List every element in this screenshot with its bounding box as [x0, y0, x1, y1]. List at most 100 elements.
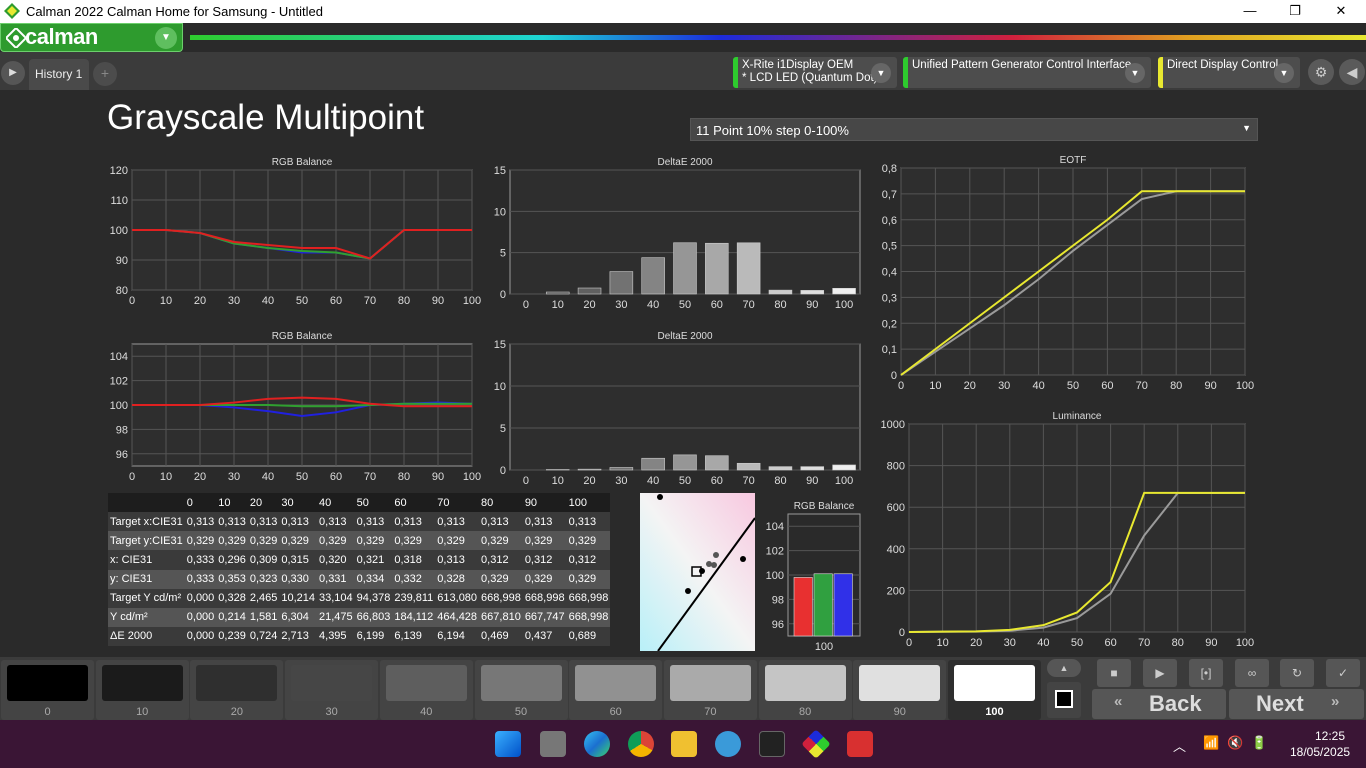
chevron-up-icon[interactable]: ▲: [1047, 659, 1081, 677]
swatch-10[interactable]: 10: [95, 660, 189, 720]
chevron-down-icon: ▼: [1242, 123, 1251, 133]
battery-icon[interactable]: 🔋: [1251, 735, 1267, 751]
restore-button[interactable]: ❐: [1272, 0, 1318, 23]
minimize-button[interactable]: —: [1227, 0, 1273, 23]
meter-device-select[interactable]: X-Rite i1Display OEM * LCD LED (Quantum …: [733, 57, 897, 88]
x-tick-label: 70: [743, 299, 755, 310]
preset-dropdown[interactable]: 11 Point 10% step 0-100% ▼: [690, 118, 1258, 141]
calman-menu-button[interactable]: calman ▼: [0, 23, 183, 52]
luminance-chart: Luminance 0 200 400 600 800 1000 0 10 20 30 40 50 60 7…: [881, 411, 1255, 649]
clock-time[interactable]: 12:25: [1315, 729, 1345, 743]
y-tick-label: 104: [766, 521, 784, 533]
play-icon[interactable]: ▶: [1143, 659, 1177, 687]
next-button[interactable]: Next »: [1229, 689, 1364, 719]
paint-icon[interactable]: [715, 731, 741, 757]
x-tick-label: 60: [330, 471, 342, 483]
tray-chevron-up-icon[interactable]: ︿: [1173, 736, 1186, 755]
swatch-40[interactable]: 40: [379, 660, 473, 720]
x-tick-label: 100: [815, 641, 833, 650]
table-cell: 0,329: [354, 531, 393, 551]
chrome-browser-icon[interactable]: [628, 731, 654, 757]
swatch-70[interactable]: 70: [663, 660, 757, 720]
swatch-color: [480, 665, 562, 701]
table-cell: 6,139: [392, 626, 436, 646]
file-explorer-icon[interactable]: [671, 731, 697, 757]
table-cell: 94,378: [354, 588, 393, 608]
swatch-50[interactable]: 50: [474, 660, 568, 720]
table-cell: 0,724: [247, 626, 280, 646]
table-row: x: CIE31 0,333 0,296 0,309 0,315 0,320 0,321 0,…: [108, 550, 611, 570]
table-cell: 668,998: [566, 607, 611, 627]
preset-value: 11 Point 10% step 0-100%: [696, 123, 849, 138]
table-cell: 0,689: [566, 626, 611, 646]
swatch-label: 100: [985, 706, 1004, 718]
swatch-60[interactable]: 60: [569, 660, 663, 720]
y-tick-label: 0,5: [882, 241, 897, 253]
chevron-left-icon: «: [1114, 693, 1123, 710]
table-cell: 100: [566, 493, 611, 513]
x-tick-label: 80: [774, 299, 786, 310]
expand-panel-button[interactable]: ▶: [1, 61, 25, 85]
table-cell: 6,304: [279, 607, 318, 627]
swatch-90[interactable]: 90: [853, 660, 947, 720]
terminal-icon[interactable]: [759, 731, 785, 757]
table-cell: 0,329: [279, 531, 318, 551]
tab-history-1[interactable]: History 1: [29, 59, 89, 90]
x-tick-label: 80: [1172, 637, 1184, 649]
table-cell: 668,998: [522, 588, 567, 608]
display-control-select[interactable]: Direct Display Control ▼: [1158, 57, 1300, 88]
wifi-icon[interactable]: 📶: [1203, 735, 1219, 751]
x-tick-label: 70: [743, 475, 755, 486]
y-tick-label: 10: [494, 381, 506, 393]
step-measure-icon[interactable]: [•]: [1189, 659, 1223, 687]
x-tick-label: 20: [583, 299, 595, 310]
cie-point: [713, 552, 719, 558]
x-tick-label: 50: [679, 299, 691, 310]
x-tick-label: 90: [432, 471, 444, 483]
swatch-100[interactable]: 100: [948, 660, 1041, 720]
add-tab-button[interactable]: +: [93, 62, 117, 86]
x-tick-label: 50: [296, 295, 308, 307]
back-button[interactable]: « Back: [1092, 689, 1226, 719]
y-tick-label: 200: [887, 585, 905, 597]
x-tick-label: 30: [1004, 637, 1016, 649]
settings-gear-icon[interactable]: ⚙: [1308, 59, 1334, 85]
table-cell: 10,214: [279, 588, 318, 608]
deltae-bar: [832, 288, 856, 295]
table-cell: 6,194: [435, 626, 480, 646]
clock-date[interactable]: 18/05/2025: [1290, 745, 1350, 759]
pattern-generator-select[interactable]: Unified Pattern Generator Control Interf…: [903, 57, 1151, 88]
x-tick-label: 10: [552, 475, 564, 486]
table-cell: 0,313: [392, 512, 436, 532]
x-tick-label: 50: [679, 475, 691, 486]
close-button[interactable]: ✕: [1318, 0, 1364, 23]
stop-icon[interactable]: ■: [1097, 659, 1131, 687]
page-title: Grayscale Multipoint: [107, 98, 425, 137]
check-icon[interactable]: ✓: [1326, 659, 1360, 687]
edge-browser-icon[interactable]: [584, 731, 610, 757]
refresh-icon[interactable]: ↻: [1280, 659, 1314, 687]
task-view-icon[interactable]: [540, 731, 566, 757]
deltae-bar: [609, 467, 634, 471]
x-tick-label: 30: [228, 295, 240, 307]
cie-point: [711, 562, 717, 568]
table-cell: 0,315: [279, 550, 318, 570]
windows-start-icon[interactable]: [495, 731, 521, 757]
collapse-panel-button[interactable]: ◀: [1339, 59, 1365, 85]
row-label: Y cd/m²: [108, 607, 185, 627]
swatch-0[interactable]: 0: [1, 660, 94, 720]
swatch-color: [101, 665, 183, 701]
deltae-bar: [800, 290, 825, 295]
stop-pattern-button[interactable]: [1047, 682, 1081, 718]
swatch-20[interactable]: 20: [190, 660, 284, 720]
table-cell: 0,000: [184, 607, 217, 627]
swatch-30[interactable]: 30: [285, 660, 379, 720]
continuous-measure-icon[interactable]: ∞: [1235, 659, 1269, 687]
volume-muted-icon[interactable]: 🔇: [1227, 735, 1243, 751]
swatch-80[interactable]: 80: [758, 660, 852, 720]
y-tick-label: 0: [891, 370, 897, 382]
anydesk-icon[interactable]: [847, 731, 873, 757]
deltae-bar: [641, 257, 665, 295]
deltae-bar: [577, 287, 602, 295]
x-tick-label: 40: [647, 299, 659, 310]
